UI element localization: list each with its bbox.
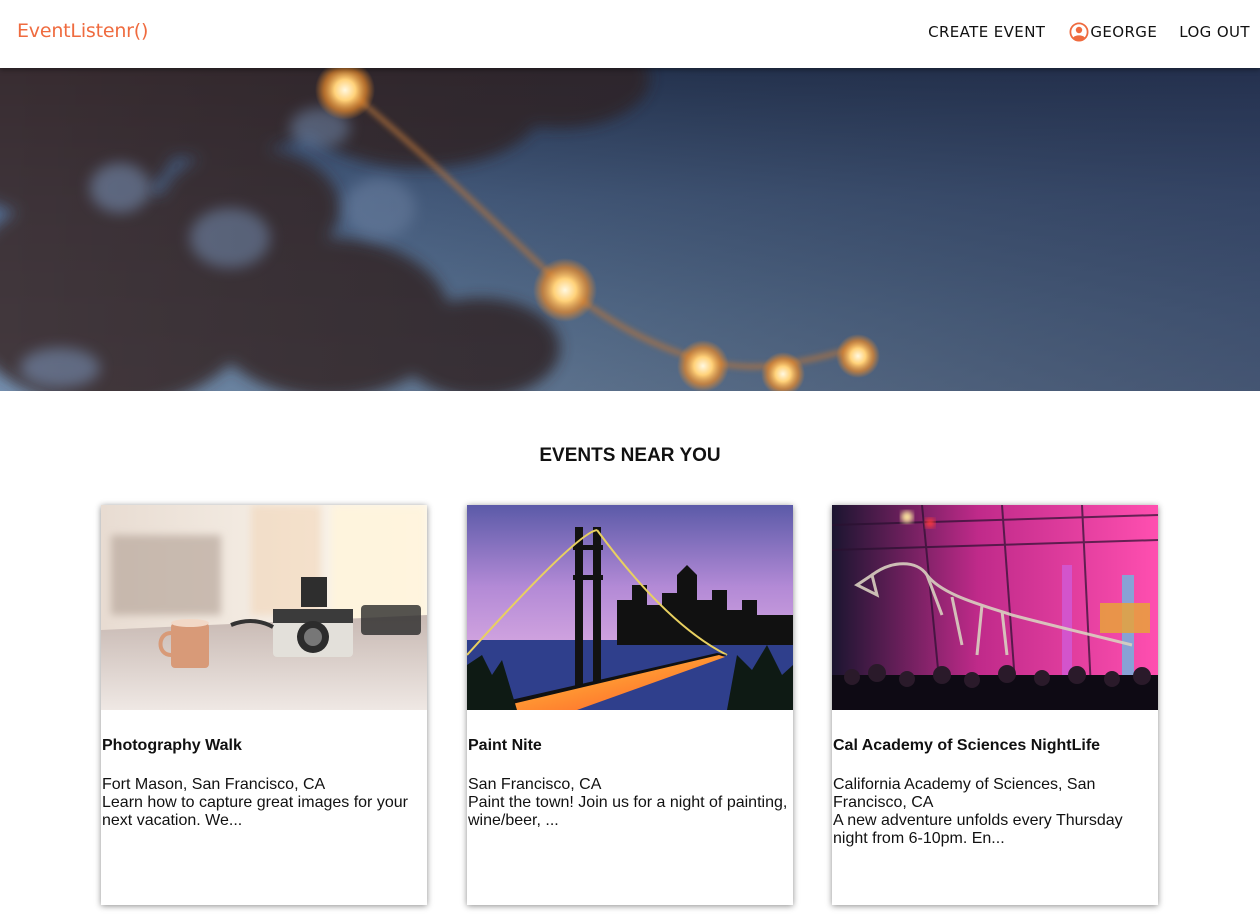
event-description: Paint the town! Join us for a night of p… [468,794,788,829]
user-circle-icon [1069,22,1089,42]
event-title: Cal Academy of Sciences NightLife [833,737,1101,754]
event-card[interactable]: Paint Nite San Francisco, CA Paint the t… [467,505,793,905]
event-description: Learn how to capture great images for yo… [102,794,408,829]
event-card-body: Photography Walk Fort Mason, San Francis… [101,737,427,830]
event-card[interactable]: Cal Academy of Sciences NightLife Califo… [832,505,1158,905]
event-location: San Francisco, CA [468,776,602,793]
user-name-label: GEORGE [1090,23,1158,41]
event-card-body: Cal Academy of Sciences NightLife Califo… [832,737,1158,848]
event-description: A new adventure unfolds every Thursday n… [833,812,1123,847]
log-out-link[interactable]: LOG OUT [1179,23,1250,41]
event-card[interactable]: Photography Walk Fort Mason, San Francis… [101,505,427,905]
event-location: California Academy of Sciences, San Fran… [833,776,1096,811]
event-title: Paint Nite [468,737,542,754]
user-profile-link[interactable]: GEORGE [1069,22,1157,42]
event-card-body: Paint Nite San Francisco, CA Paint the t… [467,737,793,830]
create-event-link[interactable]: CREATE EVENT [928,23,1045,41]
event-image-photography [101,505,427,710]
event-title: Photography Walk [102,737,242,754]
event-location: Fort Mason, San Francisco, CA [102,776,326,793]
event-image-paint-nite [467,505,793,710]
hero-banner-image [0,68,1260,391]
event-image-cal-academy [832,505,1158,710]
section-title: EVENTS NEAR YOU [539,445,721,466]
main-nav: CREATE EVENT GEORGE LOG OUT [928,22,1250,42]
app-logo[interactable]: EventListenr() [17,20,148,42]
top-navigation-bar: EventListenr() CREATE EVENT GEORGE LOG O… [0,0,1260,68]
